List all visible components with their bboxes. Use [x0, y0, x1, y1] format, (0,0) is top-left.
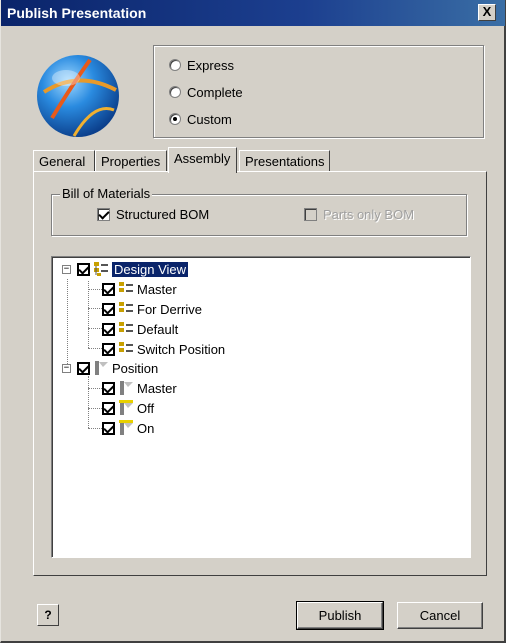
parts-only-bom-option[interactable]: Parts only BOM: [304, 207, 414, 222]
tree-connector: [88, 328, 102, 329]
position-checkbox[interactable]: [77, 361, 90, 375]
pos-off-checkbox[interactable]: [102, 401, 115, 415]
bill-of-materials-group: Bill of Materials Structured BOM Parts o…: [51, 186, 467, 236]
view-tree[interactable]: − Design View Master For Derrive Default…: [51, 256, 471, 558]
design-view-icon: [119, 342, 133, 352]
window-title: Publish Presentation: [7, 5, 147, 21]
publish-mode-group: Express Complete Custom: [153, 45, 484, 138]
parts-only-bom-checkbox[interactable]: [304, 208, 317, 221]
pos-master-checkbox[interactable]: [102, 381, 115, 395]
tree-label: Switch Position: [137, 341, 226, 357]
structured-bom-option[interactable]: Structured BOM: [97, 207, 209, 222]
tree-node-design-view[interactable]: − Design View: [62, 260, 190, 278]
position-icon: [119, 420, 133, 435]
assembly-tab-panel: Bill of Materials Structured BOM Parts o…: [33, 171, 487, 576]
tree-node-dv-master[interactable]: Master: [102, 280, 177, 298]
tree-connector: [88, 308, 102, 309]
tree-connector: [88, 281, 89, 348]
tree-node-pos-off[interactable]: Off: [102, 399, 154, 417]
tree-connector: [88, 376, 89, 428]
tab-general[interactable]: General: [33, 150, 95, 172]
tree-node-dv-for-derrive[interactable]: For Derrive: [102, 300, 202, 318]
tree-connector: [88, 428, 102, 429]
parts-only-bom-label: Parts only BOM: [323, 207, 415, 222]
tree-node-dv-switch-position[interactable]: Switch Position: [102, 340, 225, 358]
radio-complete[interactable]: Complete: [169, 83, 243, 101]
design-view-icon: [94, 262, 108, 276]
tree-label: Off: [137, 400, 155, 416]
design-view-icon: [119, 322, 133, 332]
tree-connector: [88, 388, 102, 389]
radio-complete-button[interactable]: [169, 86, 181, 98]
position-icon: [120, 381, 133, 395]
dv-switch-position-checkbox[interactable]: [102, 342, 115, 356]
position-icon: [119, 400, 133, 415]
tree-label: On: [137, 420, 155, 436]
tree-label-design-view: Design View: [110, 260, 190, 278]
tree-node-pos-master[interactable]: Master: [102, 379, 177, 397]
position-icon: [95, 361, 108, 375]
radio-custom-label: Custom: [187, 111, 232, 127]
tab-properties[interactable]: Properties: [95, 150, 167, 172]
dv-master-checkbox[interactable]: [102, 282, 115, 296]
design-view-checkbox[interactable]: [77, 262, 90, 276]
publish-presentation-dialog: Publish Presentation X Express Complete …: [0, 0, 506, 643]
radio-custom-button[interactable]: [169, 113, 181, 125]
dv-for-derrive-checkbox[interactable]: [102, 302, 115, 316]
pos-on-checkbox[interactable]: [102, 421, 115, 435]
tree-label: Default: [137, 321, 179, 337]
structured-bom-checkbox[interactable]: [97, 208, 110, 221]
help-button[interactable]: ?: [37, 604, 59, 626]
title-bar[interactable]: Publish Presentation X: [1, 0, 505, 26]
tree-node-position[interactable]: − Position: [62, 359, 158, 377]
collapse-design-view-icon[interactable]: −: [62, 264, 71, 274]
collapse-position-icon[interactable]: −: [62, 363, 71, 373]
radio-express[interactable]: Express: [169, 56, 234, 74]
dv-default-checkbox[interactable]: [102, 322, 115, 336]
close-button[interactable]: X: [478, 4, 496, 21]
tree-label: For Derrive: [137, 301, 203, 317]
tree-connector: [88, 348, 102, 349]
radio-express-label: Express: [187, 57, 234, 73]
radio-complete-label: Complete: [187, 84, 243, 100]
radio-custom[interactable]: Custom: [169, 110, 232, 128]
design-view-icon: [119, 302, 133, 312]
publish-button[interactable]: Publish: [296, 601, 384, 630]
tree-connector: [88, 408, 102, 409]
bill-of-materials-label: Bill of Materials: [60, 186, 153, 201]
tree-node-dv-default[interactable]: Default: [102, 320, 178, 338]
cancel-button[interactable]: Cancel: [397, 602, 483, 629]
tab-assembly[interactable]: Assembly: [168, 147, 237, 173]
tree-connector: [67, 279, 68, 364]
design-view-icon: [119, 282, 133, 292]
tree-node-pos-on[interactable]: On: [102, 419, 154, 437]
tree-label: Master: [137, 281, 177, 297]
globe-icon: [37, 55, 119, 137]
structured-bom-label: Structured BOM: [116, 207, 210, 222]
tree-label: Master: [137, 380, 177, 396]
tab-presentations[interactable]: Presentations: [239, 150, 330, 172]
tree-label-position: Position: [112, 360, 159, 376]
tree-connector: [88, 289, 102, 290]
radio-express-button[interactable]: [169, 59, 181, 71]
